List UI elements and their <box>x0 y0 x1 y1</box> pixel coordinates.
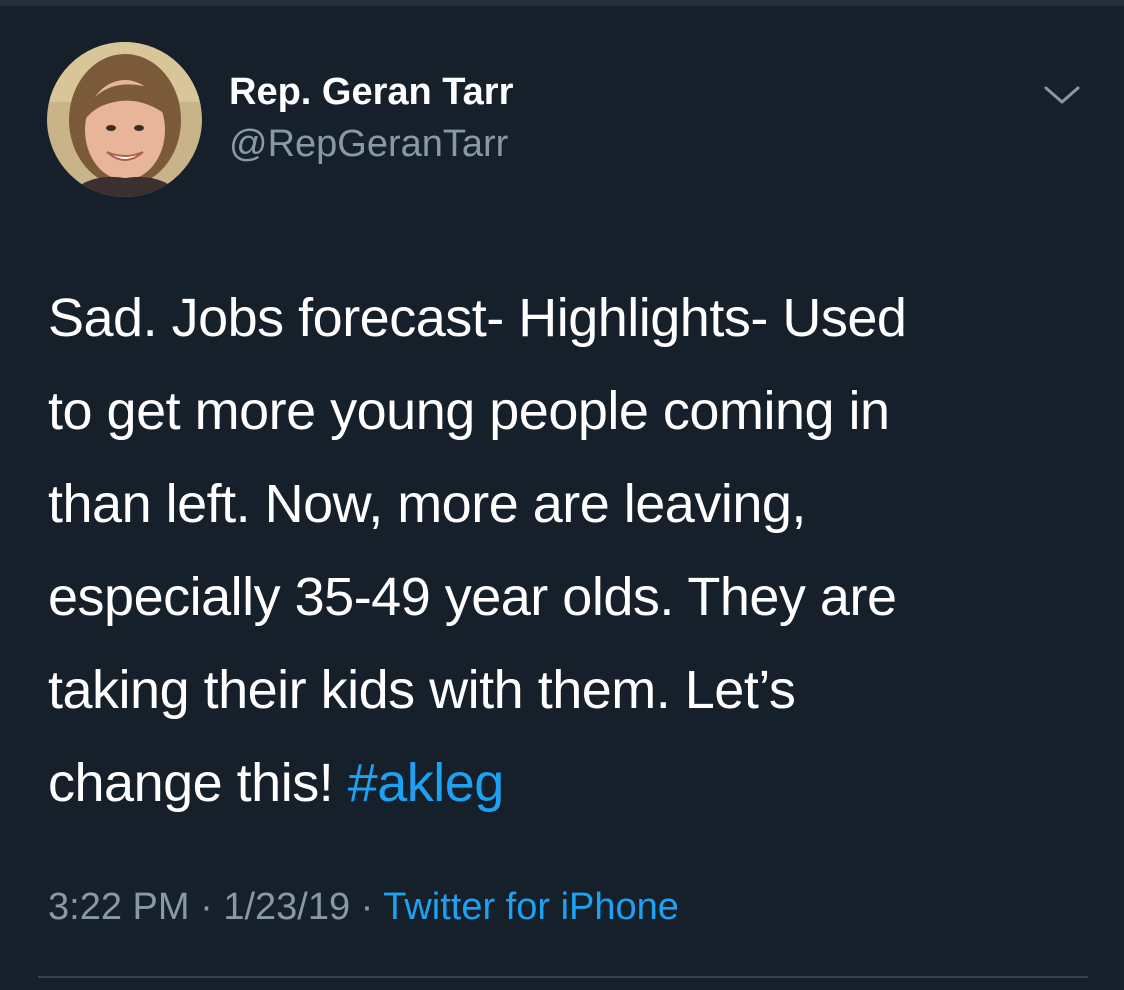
tweet-text-line: Sad. Jobs forecast- Highlights- Used <box>48 288 907 348</box>
tweet-text-last-line: change this! #akleg <box>48 737 1088 830</box>
author-handle[interactable]: @RepGeranTarr <box>229 120 508 168</box>
avatar-photo <box>47 42 202 197</box>
tweet-text-line: taking their kids with them. Let’s <box>48 660 796 720</box>
tweet-metadata: 3:22 PM · 1/23/19 · Twitter for iPhone <box>48 882 679 932</box>
top-border <box>0 0 1124 6</box>
tweet-source-link[interactable]: Twitter for iPhone <box>383 886 679 928</box>
author-name[interactable]: Rep. Geran Tarr <box>229 68 513 116</box>
chevron-down-icon[interactable] <box>1042 80 1082 110</box>
tweet-date: 1/23/19 <box>223 886 351 928</box>
separator-dot: · <box>200 886 213 928</box>
divider <box>38 976 1088 978</box>
tweet-time: 3:22 PM <box>48 886 190 928</box>
tweet-text-line: especially 35-49 year olds. They are <box>48 567 897 627</box>
separator-dot: · <box>360 886 374 928</box>
tweet-text-line: than left. Now, more are leaving, <box>48 474 806 534</box>
hashtag-link[interactable]: #akleg <box>348 753 505 813</box>
avatar[interactable] <box>47 42 202 197</box>
tweet-text-line: to get more young people coming in <box>48 381 890 441</box>
tweet-text-line-prefix: change this! <box>48 753 348 813</box>
tweet-text: Sad. Jobs forecast- Highlights- Used to … <box>48 272 1088 830</box>
